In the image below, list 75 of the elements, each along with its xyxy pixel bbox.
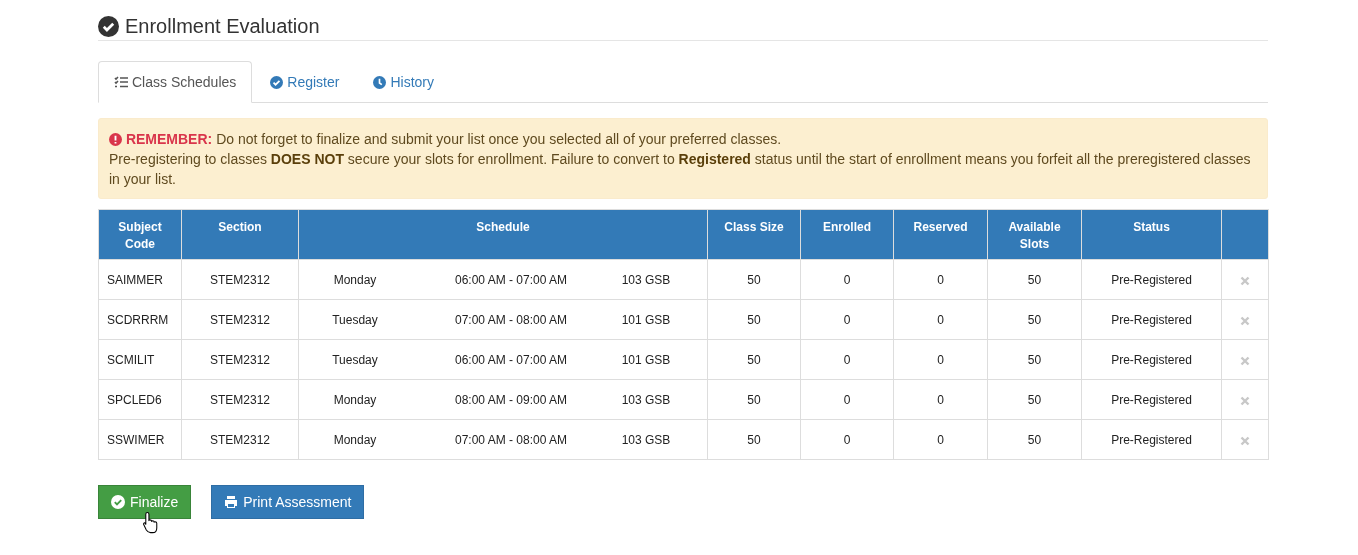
table-cell: 50 xyxy=(987,419,1082,460)
checklist-icon xyxy=(114,76,128,88)
table-cell-text: 06:00 AM - 07:00 AM xyxy=(453,272,569,287)
table-cell-text: 08:00 AM - 09:00 AM xyxy=(453,392,569,407)
table-cell: 0 xyxy=(893,339,988,380)
table-cell-text: 103 GSB xyxy=(620,272,672,287)
table-cell: STEM2312 xyxy=(181,339,299,380)
table-cell-text: 06:00 AM - 07:00 AM xyxy=(453,352,569,367)
table-cell-text: 103 GSB xyxy=(620,432,672,447)
table-cell-text: 07:00 AM - 08:00 AM xyxy=(453,312,569,327)
table-cell: 0 xyxy=(800,379,894,420)
table-cell: 0 xyxy=(893,259,988,300)
tab[interactable]: Class Schedules xyxy=(98,61,253,103)
table-cell: SSWIMER xyxy=(98,419,182,460)
table-cell: 0 xyxy=(800,299,894,340)
table-cell: Pre-Registered xyxy=(1081,259,1222,300)
tab[interactable]: History xyxy=(357,61,450,103)
table-cell: STEM2312 xyxy=(181,259,299,300)
column-header: Available Slots xyxy=(987,209,1082,260)
table-cell: SPCLED6 xyxy=(98,379,182,420)
table-cell: Pre-Registered xyxy=(1081,379,1222,420)
table-cell: Pre-Registered xyxy=(1081,419,1222,460)
table-cell: STEM2312 xyxy=(181,379,299,420)
table-cell-text: Monday xyxy=(332,272,378,287)
finalize-button[interactable]: Finalize xyxy=(98,485,192,519)
alert-text: Do not forget to finalize and submit your list once you selected all of your preferred classes. xyxy=(216,131,782,147)
table-cell: SAIMMER xyxy=(98,259,182,300)
column-header: Status xyxy=(1081,209,1222,260)
check-circle-icon xyxy=(270,75,284,89)
table-cell-text: 101 GSB xyxy=(620,352,672,367)
print-button[interactable]: Print Assessment xyxy=(211,485,365,519)
table-cell-text: 07:00 AM - 08:00 AM xyxy=(453,432,569,447)
column-header: Section xyxy=(181,209,299,260)
column-header: Schedule xyxy=(298,209,708,260)
table-cell-text: 103 GSB xyxy=(620,392,672,407)
column-header: Enrolled xyxy=(800,209,894,260)
table-cell: 50 xyxy=(987,259,1082,300)
table-cell-text: Tuesday xyxy=(331,312,379,327)
table-cell: STEM2312 xyxy=(181,419,299,460)
exclamation-icon xyxy=(109,133,122,146)
table-cell: 50 xyxy=(987,299,1082,340)
table-cell: 50 xyxy=(707,339,801,380)
alert-text: Pre-registering to classes DOES NOT secure your slots for enrollment. Failure to convert to Registered status until the start of enrollment means you forfeit all the preregistered classes in your list. xyxy=(109,150,1252,189)
page-title: Enrollment Evaluation xyxy=(125,14,320,38)
table-cell-text: Monday xyxy=(332,432,378,447)
table-cell: 50 xyxy=(987,379,1082,420)
table-cell: Pre-Registered xyxy=(1081,299,1222,340)
table-cell: 50 xyxy=(707,419,801,460)
table-cell: SCDRRRM xyxy=(98,299,182,340)
table-cell: 0 xyxy=(800,339,894,380)
table-cell: SCMILIT xyxy=(98,339,182,380)
table-cell: 0 xyxy=(800,259,894,300)
hand-cursor-icon xyxy=(142,511,159,534)
table-cell: 50 xyxy=(707,379,801,420)
column-header: Class Size xyxy=(707,209,801,260)
table-cell: 50 xyxy=(987,339,1082,380)
tab[interactable]: Register xyxy=(254,61,356,103)
column-header: Reserved xyxy=(893,209,988,260)
alert-label: REMEMBER: xyxy=(125,131,213,147)
table-cell: 0 xyxy=(893,419,988,460)
table-cell: 50 xyxy=(707,259,801,300)
table-cell: 0 xyxy=(800,419,894,460)
check-circle-icon xyxy=(98,16,119,37)
table-cell-text: Tuesday xyxy=(331,352,379,367)
table-cell: 0 xyxy=(893,299,988,340)
table-cell: 0 xyxy=(893,379,988,420)
table-cell: 50 xyxy=(707,299,801,340)
printer-icon xyxy=(224,495,239,509)
column-header: Subject Code xyxy=(98,209,182,260)
table-cell: Pre-Registered xyxy=(1081,339,1222,380)
table-cell-text: 101 GSB xyxy=(620,312,672,327)
check-circle-icon xyxy=(111,495,125,509)
table-cell-text: Monday xyxy=(332,392,378,407)
table-cell: STEM2312 xyxy=(181,299,299,340)
clock-icon xyxy=(373,75,387,89)
